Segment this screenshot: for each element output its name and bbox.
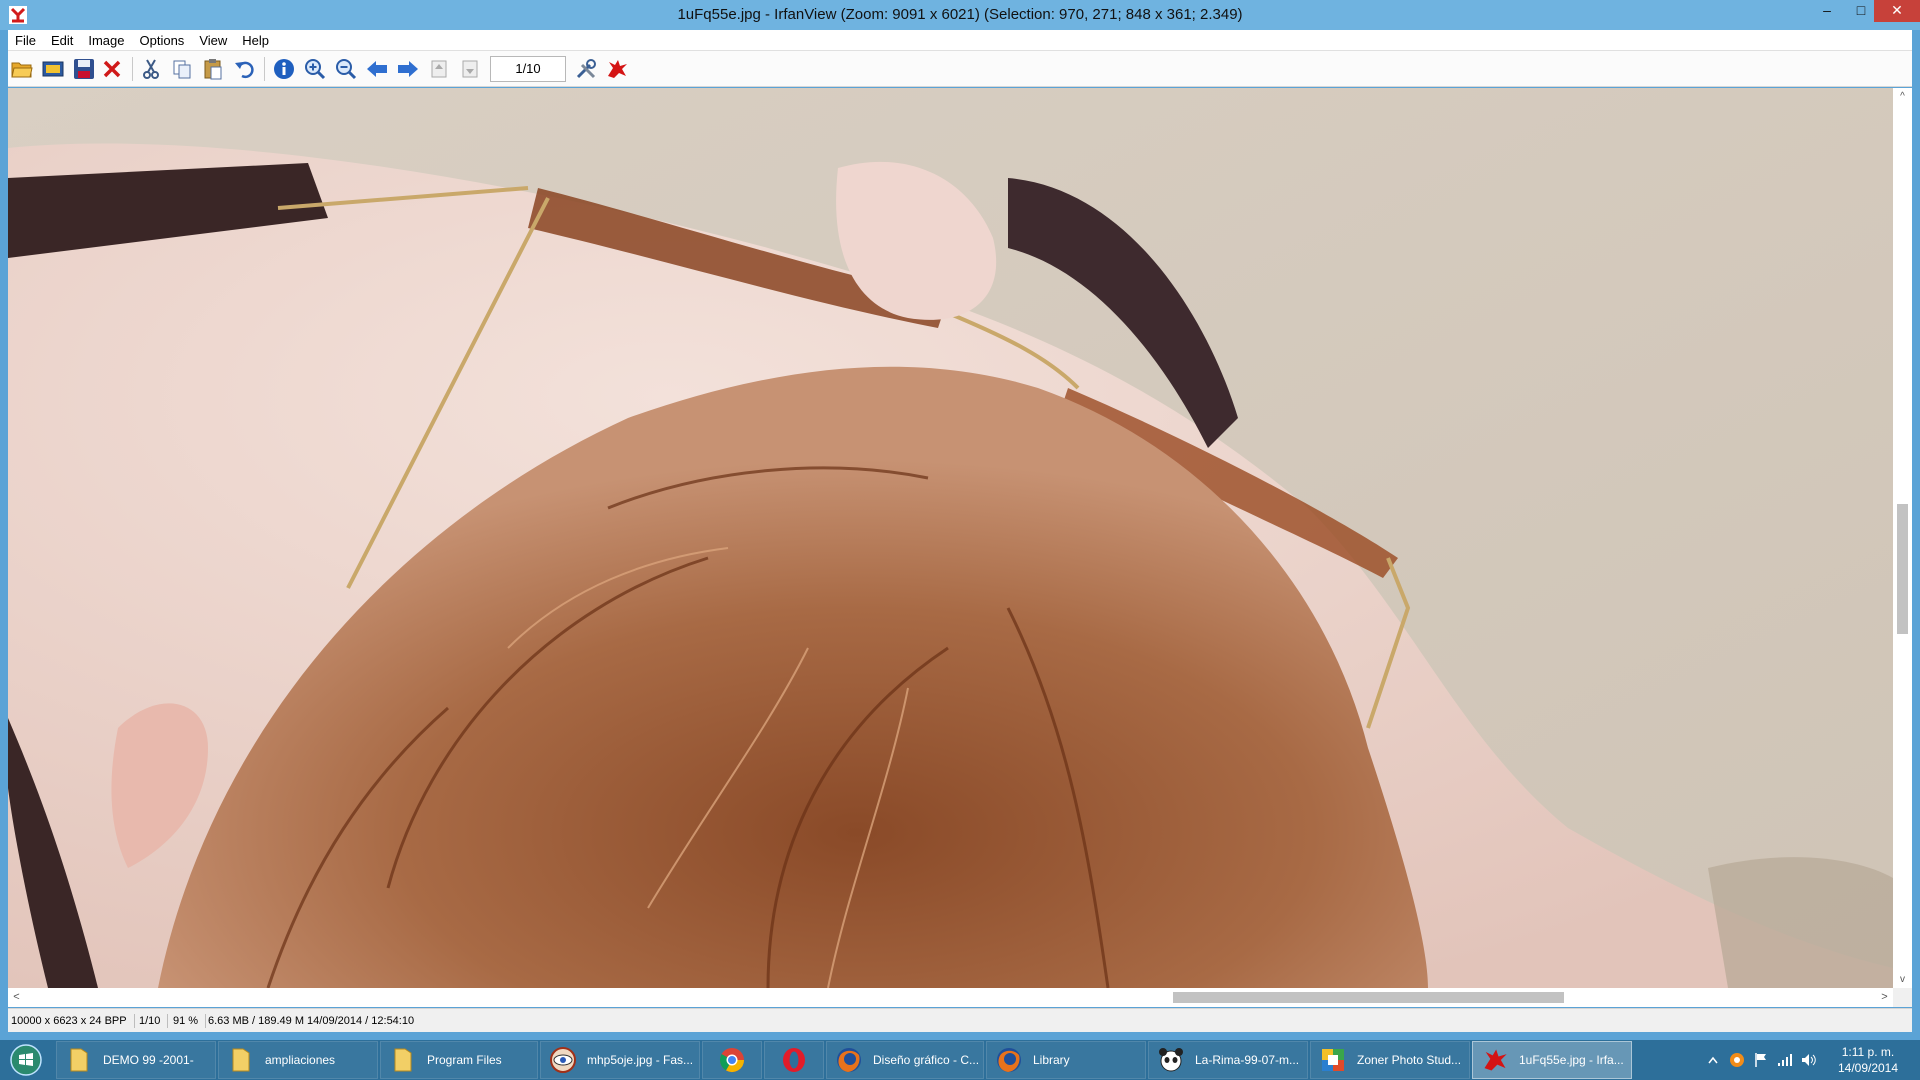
- menu-image[interactable]: Image: [81, 30, 132, 48]
- folder-icon: [227, 1046, 255, 1074]
- paste-icon[interactable]: [201, 57, 225, 81]
- firefox-icon: [995, 1046, 1023, 1074]
- copy-icon[interactable]: [170, 57, 194, 81]
- cut-icon[interactable]: [139, 57, 163, 81]
- faststone-viewer-icon: [549, 1046, 577, 1074]
- taskbar-item-label: 1uFq55e.jpg - Irfa...: [1519, 1053, 1624, 1067]
- taskbar-item-ampliaciones[interactable]: ampliaciones: [218, 1041, 378, 1079]
- toolbar: 1/10: [8, 51, 1912, 87]
- folder-icon: [65, 1046, 93, 1074]
- scroll-down-arrow[interactable]: v: [1893, 971, 1912, 988]
- taskbar-item-label: Program Files: [427, 1053, 502, 1067]
- taskbar-item-demo99[interactable]: DEMO 99 -2001-: [56, 1041, 216, 1079]
- taskbar-item-label: Zoner Photo Stud...: [1357, 1053, 1462, 1067]
- image-viewer[interactable]: [8, 88, 1893, 988]
- taskbar-item-label: ampliaciones: [265, 1053, 336, 1067]
- page-indicator[interactable]: 1/10: [490, 56, 566, 82]
- settings-icon[interactable]: [574, 57, 598, 81]
- save-icon[interactable]: [72, 57, 96, 81]
- taskbar-item-label: mhp5oje.jpg - Fas...: [587, 1053, 694, 1067]
- status-zoom: 91 %: [173, 1014, 207, 1028]
- taskbar-item-label: Diseño gráfico - C...: [873, 1053, 980, 1067]
- minimize-button[interactable]: –: [1810, 0, 1844, 22]
- system-clock[interactable]: 1:11 p. m. 14/09/2014: [1830, 1044, 1906, 1076]
- panda-icon: [1157, 1046, 1185, 1074]
- scroll-left-arrow[interactable]: <: [8, 988, 25, 1007]
- displayed-photo: [8, 88, 1893, 988]
- taskbar-item-label: La-Rima-99-07-m...: [1195, 1053, 1300, 1067]
- clock-time: 1:11 p. m.: [1841, 1045, 1895, 1059]
- action-center-flag-icon[interactable]: [1750, 1040, 1772, 1080]
- clock-date: 14/09/2014: [1837, 1061, 1899, 1075]
- status-dimensions: 10000 x 6623 x 24 BPP: [11, 1014, 135, 1028]
- maximize-button[interactable]: □: [1844, 0, 1878, 22]
- show-hidden-icons-button[interactable]: [1704, 1040, 1722, 1080]
- horizontal-scrollbar[interactable]: < >: [8, 988, 1893, 1007]
- irfanview-window: 1uFq55e.jpg - IrfanView (Zoom: 9091 x 60…: [0, 0, 1920, 1040]
- taskbar-item-firefox-diseno[interactable]: Diseño gráfico - C...: [826, 1041, 984, 1079]
- taskbar: DEMO 99 -2001- ampliaciones Program File…: [0, 1040, 1920, 1080]
- taskbar-item-irfanview[interactable]: 1uFq55e.jpg - Irfa...: [1472, 1041, 1632, 1079]
- taskbar-item-la-rima[interactable]: La-Rima-99-07-m...: [1148, 1041, 1308, 1079]
- undo-icon[interactable]: [232, 57, 256, 81]
- close-button[interactable]: ✕: [1874, 0, 1920, 22]
- info-icon[interactable]: [272, 57, 296, 81]
- firefox-icon: [835, 1046, 863, 1074]
- menu-help[interactable]: Help: [235, 30, 277, 48]
- taskbar-item-label: DEMO 99 -2001-: [103, 1053, 194, 1067]
- status-size-date: 6.63 MB / 189.49 M 14/09/2014 / 12:54:10: [208, 1015, 415, 1027]
- menu-bar: File Edit Image Options View Help: [8, 30, 1912, 51]
- status-page: 1/10: [139, 1014, 169, 1028]
- status-bar: 10000 x 6623 x 24 BPP 1/10 91 % 6.63 MB …: [8, 1008, 1912, 1032]
- taskbar-item-chrome[interactable]: [702, 1041, 762, 1079]
- taskbar-item-opera[interactable]: [764, 1041, 824, 1079]
- scroll-right-arrow[interactable]: >: [1876, 988, 1893, 1007]
- volume-icon[interactable]: [1798, 1040, 1820, 1080]
- zoner-icon: [1319, 1046, 1347, 1074]
- horizontal-scroll-thumb[interactable]: [1173, 992, 1564, 1003]
- next-icon[interactable]: [396, 57, 420, 81]
- taskbar-item-zoner[interactable]: Zoner Photo Stud...: [1310, 1041, 1470, 1079]
- vertical-scrollbar[interactable]: ^ v: [1893, 88, 1912, 988]
- taskbar-item-faststone[interactable]: mhp5oje.jpg - Fas...: [540, 1041, 700, 1079]
- scroll-up-arrow[interactable]: ^: [1893, 88, 1912, 105]
- menu-options[interactable]: Options: [133, 30, 193, 48]
- toolbar-separator: [132, 57, 133, 81]
- menu-file[interactable]: File: [8, 30, 44, 48]
- opera-icon: [780, 1046, 808, 1074]
- taskbar-item-program-files[interactable]: Program Files: [380, 1041, 538, 1079]
- menu-view[interactable]: View: [192, 30, 235, 48]
- taskbar-item-library[interactable]: Library: [986, 1041, 1146, 1079]
- start-button[interactable]: [8, 1043, 44, 1077]
- toolbar-separator: [264, 57, 265, 81]
- taskbar-item-label: Library: [1033, 1053, 1070, 1067]
- last-page-icon[interactable]: [458, 57, 482, 81]
- zoom-out-icon[interactable]: [334, 57, 358, 81]
- network-icon[interactable]: [1774, 1040, 1796, 1080]
- delete-icon[interactable]: [100, 57, 124, 81]
- vertical-scroll-thumb[interactable]: [1897, 504, 1908, 634]
- irfanview-icon: [1481, 1046, 1509, 1074]
- slideshow-icon[interactable]: [41, 57, 65, 81]
- open-folder-icon[interactable]: [10, 57, 34, 81]
- avast-tray-icon[interactable]: [1726, 1040, 1748, 1080]
- chrome-icon: [718, 1046, 746, 1074]
- menu-edit[interactable]: Edit: [44, 30, 81, 48]
- first-page-icon[interactable]: [427, 57, 451, 81]
- title-bar[interactable]: 1uFq55e.jpg - IrfanView (Zoom: 9091 x 60…: [0, 0, 1920, 30]
- irfanview-logo-icon[interactable]: [605, 57, 629, 81]
- zoom-in-icon[interactable]: [303, 57, 327, 81]
- folder-icon: [389, 1046, 417, 1074]
- window-title: 1uFq55e.jpg - IrfanView (Zoom: 9091 x 60…: [677, 6, 1243, 23]
- scrollbar-corner: [1893, 988, 1912, 1007]
- previous-icon[interactable]: [365, 57, 389, 81]
